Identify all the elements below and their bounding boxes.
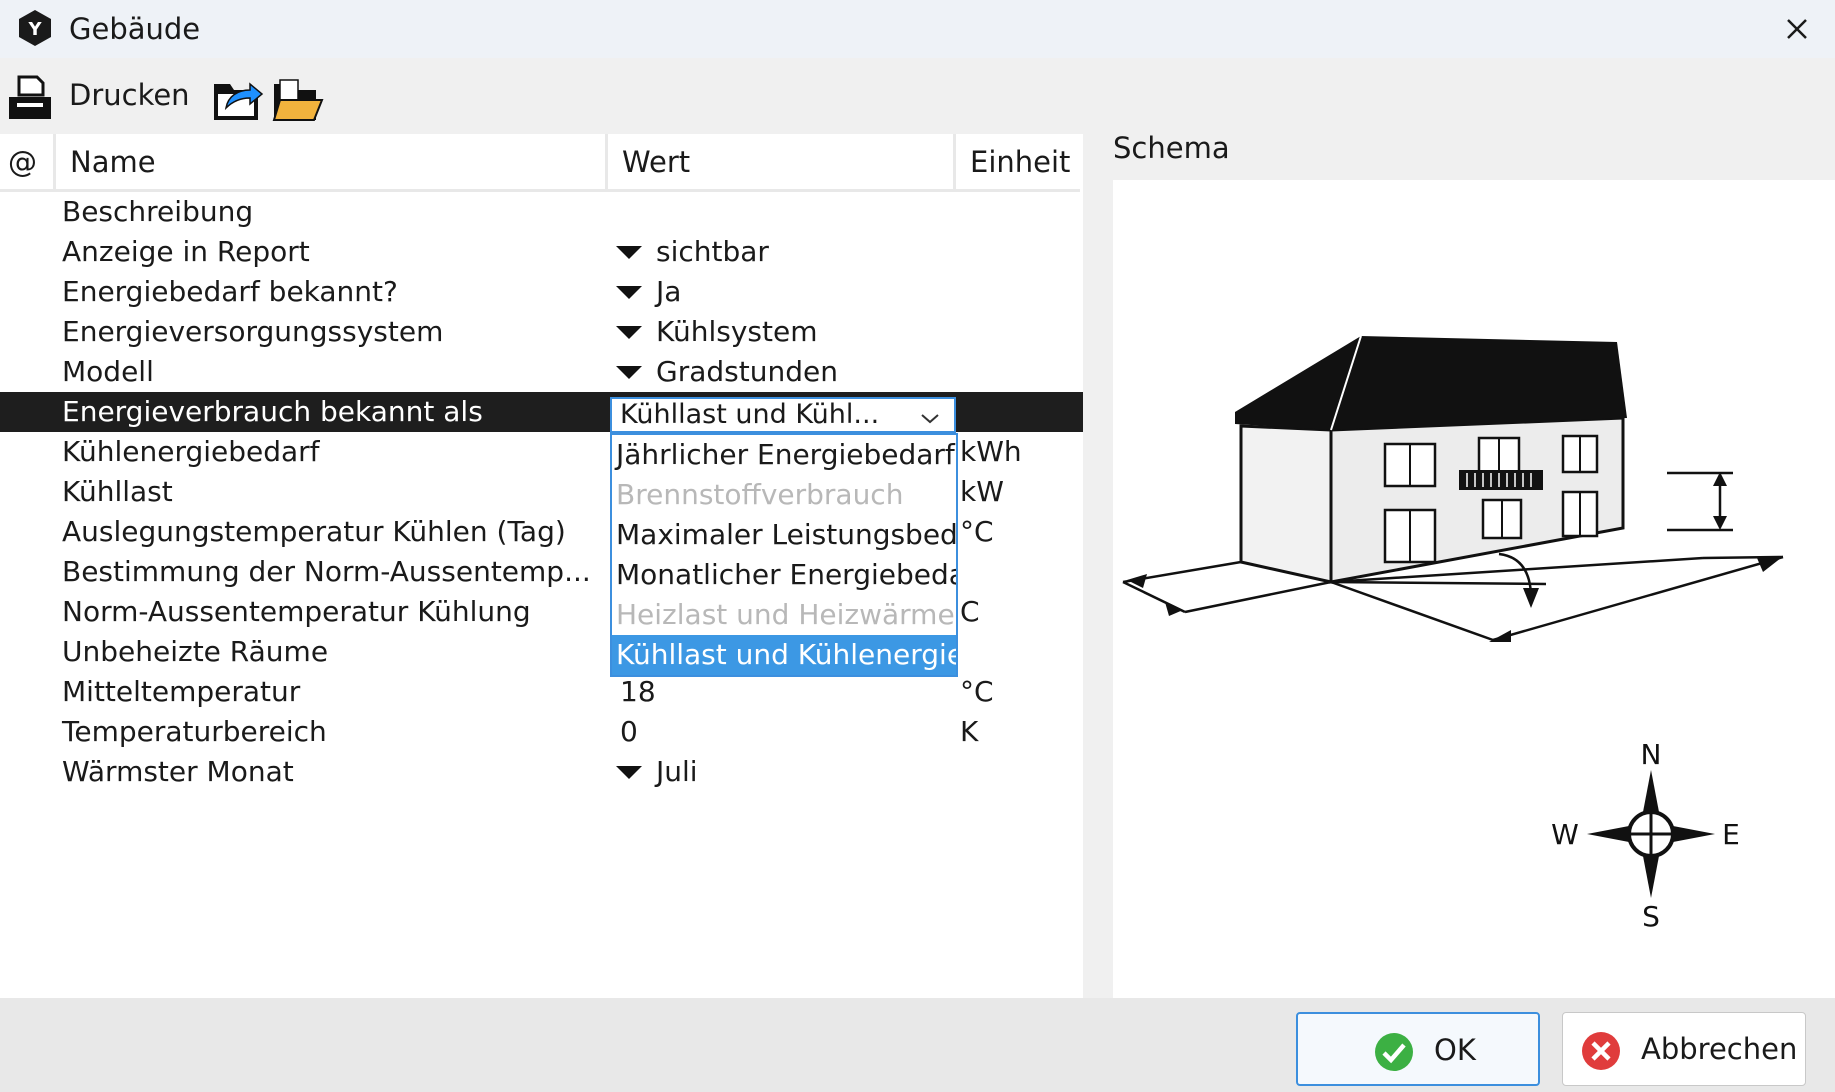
- property-name: Unbeheizte Räume: [62, 635, 329, 668]
- property-name: Kühllast: [62, 475, 173, 508]
- column-header-value[interactable]: Wert: [608, 134, 956, 192]
- property-value[interactable]: Juli: [656, 752, 698, 792]
- table-row[interactable]: Beschreibung: [0, 192, 1083, 232]
- check-circle-icon: [1375, 1033, 1413, 1071]
- table-row[interactable]: Wärmster Monat Juli: [0, 752, 1083, 792]
- dropdown-option[interactable]: Brennstoffverbrauch: [612, 475, 956, 515]
- table-row[interactable]: Energieversorgungssystem Kühlsystem: [0, 312, 1083, 352]
- energy-consumption-combo[interactable]: Kühllast und Kühl...: [610, 397, 956, 433]
- dropdown-option[interactable]: Monatlicher Energiebedarf: [612, 555, 956, 595]
- dropdown-option[interactable]: Kühllast und Kühlenergie: [612, 635, 956, 675]
- property-name: Energiebedarf bekannt?: [62, 275, 398, 308]
- printer-icon[interactable]: [5, 73, 55, 123]
- dropdown-option[interactable]: Jährlicher Energiebedarf: [612, 435, 956, 475]
- property-name: Auslegungstemperatur Kühlen (Tag): [62, 515, 566, 548]
- combo-selected-value: Kühllast und Kühl...: [620, 399, 880, 430]
- property-value[interactable]: Gradstunden: [656, 352, 838, 392]
- property-unit: C: [960, 595, 980, 628]
- cancel-button[interactable]: Abbrechen: [1562, 1012, 1806, 1086]
- combo-dropdown-list: Jährlicher Energiebedarf Brennstoffverbr…: [610, 433, 958, 677]
- dropdown-arrow-icon[interactable]: [616, 752, 642, 792]
- ok-button-label: OK: [1434, 1033, 1476, 1067]
- compass-south: S: [1642, 900, 1660, 933]
- dropdown-option[interactable]: Heizlast und Heizwärme: [612, 595, 956, 635]
- property-unit: K: [960, 715, 979, 748]
- compass-north: N: [1641, 738, 1662, 771]
- cancel-button-label: Abbrechen: [1641, 1032, 1798, 1066]
- building-schema-diagram: N S W E: [1122, 335, 1784, 933]
- property-value[interactable]: 18: [620, 672, 656, 712]
- property-name: Modell: [62, 355, 154, 388]
- dropdown-arrow-icon[interactable]: [616, 272, 642, 312]
- cancel-circle-icon: [1582, 1032, 1620, 1070]
- property-name: Norm-Aussentemperatur Kühlung: [62, 595, 531, 628]
- property-unit: °C: [960, 675, 994, 708]
- schema-label: Schema: [1113, 131, 1230, 165]
- property-name: Kühlenergiebedarf: [62, 435, 320, 468]
- property-name: Temperaturbereich: [62, 715, 327, 748]
- compass-east: E: [1722, 818, 1740, 851]
- title-bar: [0, 0, 1835, 58]
- property-value[interactable]: sichtbar: [656, 232, 769, 272]
- dropdown-arrow-icon[interactable]: [616, 312, 642, 352]
- property-name: Bestimmung der Norm-Aussentemp...: [62, 555, 591, 588]
- export-folder-icon[interactable]: [212, 74, 264, 124]
- close-icon[interactable]: [1778, 10, 1818, 50]
- property-name: Mitteltemperatur: [62, 675, 301, 708]
- table-row[interactable]: Energiebedarf bekannt? Ja: [0, 272, 1083, 312]
- column-header-name[interactable]: Name: [56, 134, 608, 192]
- property-value[interactable]: 0: [620, 712, 638, 752]
- property-value[interactable]: Ja: [656, 272, 681, 312]
- dropdown-option[interactable]: Maximaler Leistungsbedarf: [612, 515, 956, 555]
- property-unit: °C: [960, 515, 994, 548]
- print-button-label[interactable]: Drucken: [69, 76, 190, 114]
- property-name: Energieversorgungssystem: [62, 315, 444, 348]
- dropdown-arrow-icon[interactable]: [616, 232, 642, 272]
- table-row[interactable]: Anzeige in Report sichtbar: [0, 232, 1083, 272]
- property-name: Beschreibung: [62, 195, 254, 228]
- app-logo-icon: Y: [19, 10, 51, 46]
- open-folder-icon[interactable]: [272, 74, 324, 124]
- dialog-footer: [0, 998, 1835, 1092]
- table-row[interactable]: Modell Gradstunden: [0, 352, 1083, 392]
- compass-west: W: [1551, 818, 1579, 851]
- column-header-unit[interactable]: Einheit: [956, 134, 1080, 192]
- svg-text:Y: Y: [27, 19, 42, 40]
- column-header-at[interactable]: @: [0, 134, 56, 192]
- table-row[interactable]: Temperaturbereich 0 K: [0, 712, 1083, 752]
- ok-button[interactable]: OK: [1296, 1012, 1540, 1086]
- window-title: Gebäude: [69, 12, 201, 46]
- schema-panel: N S W E: [1113, 180, 1835, 998]
- property-unit: kWh: [960, 435, 1022, 468]
- property-name: Anzeige in Report: [62, 235, 310, 268]
- property-value[interactable]: Kühlsystem: [656, 312, 817, 352]
- chevron-down-icon[interactable]: [918, 407, 942, 427]
- dropdown-arrow-icon[interactable]: [616, 352, 642, 392]
- property-name: Energieverbrauch bekannt als: [62, 395, 483, 428]
- property-name: Wärmster Monat: [62, 755, 294, 788]
- property-unit: kW: [960, 475, 1004, 508]
- table-row[interactable]: Mitteltemperatur 18 °C: [0, 672, 1083, 712]
